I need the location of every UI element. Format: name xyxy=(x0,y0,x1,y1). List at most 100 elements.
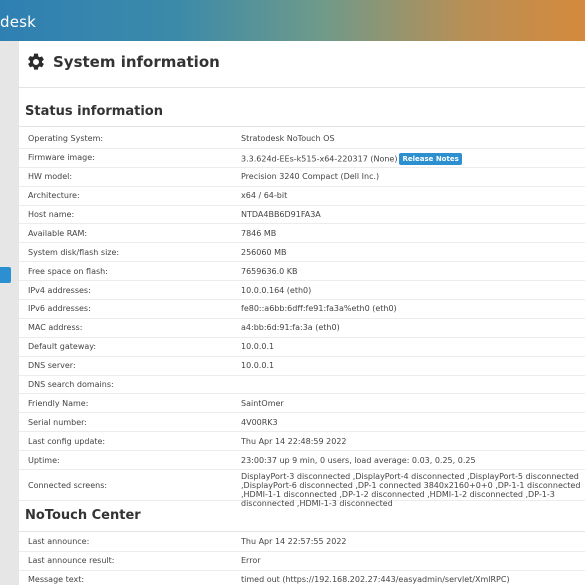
sidebar-active-indicator[interactable] xyxy=(0,267,11,283)
row-value: 10.0.0.1 xyxy=(241,361,274,370)
row-value-text: 4V00RK3 xyxy=(241,417,278,427)
table-row: Architecture: x64 / 64-bit xyxy=(19,187,585,206)
status-table: Operating System: Stratodesk NoTouch OS Fi… xyxy=(19,130,585,508)
row-label: System disk/flash size: xyxy=(28,247,120,257)
row-value: 10.0.0.1 xyxy=(241,342,274,351)
divider xyxy=(19,126,585,127)
row-value: SaintOmer xyxy=(241,399,284,408)
page-title: System information xyxy=(53,53,220,71)
table-row: Last announce result: Error xyxy=(19,552,585,571)
row-label: Firmware image: xyxy=(28,153,95,163)
table-row: Operating System: Stratodesk NoTouch OS xyxy=(19,130,585,149)
divider xyxy=(19,531,585,532)
table-row: Message text: timed out (https://192.168.… xyxy=(19,571,585,585)
row-label: Last announce result: xyxy=(28,556,115,566)
row-value-text: Precision 3240 Compact (Dell Inc.) xyxy=(241,172,380,182)
status-section-title: Status information xyxy=(25,104,163,119)
row-value-text: Thu Apr 14 22:57:55 2022 xyxy=(241,537,347,547)
row-label: IPv4 addresses: xyxy=(28,285,91,295)
table-row: Default gateway: 10.0.0.1 xyxy=(19,338,585,357)
row-value-text: fe80::a6bb:6dff:fe91:fa3a%eth0 (eth0) xyxy=(241,304,397,314)
table-row: HW model: Precision 3240 Compact (Dell In… xyxy=(19,168,585,187)
row-value-text: 7846 MB xyxy=(241,228,277,238)
row-value: DisplayPort-3 disconnected ,DisplayPort-… xyxy=(241,472,585,508)
table-row: IPv4 addresses: 10.0.0.164 (eth0) xyxy=(19,281,585,301)
table-row: Firmware image: 3.3.624d-EEs-k515-x64-220… xyxy=(19,149,585,168)
row-label: IPv6 addresses: xyxy=(28,304,91,314)
row-label: Operating System: xyxy=(28,134,104,144)
row-label: Connected screens: xyxy=(28,480,108,490)
table-row: IPv6 addresses: fe80::a6bb:6dff:fe91:fa3a… xyxy=(19,300,585,319)
row-value: NTDA4BB6D91FA3A xyxy=(241,210,321,219)
table-row: MAC address: a4:bb:6d:91:fa:3a (eth0) xyxy=(19,319,585,338)
row-value: 4V00RK3 xyxy=(241,418,278,427)
row-value-text: Stratodesk NoTouch OS xyxy=(241,134,335,144)
table-row: System disk/flash size: 256060 MB xyxy=(19,243,585,263)
row-value-text: x64 / 64-bit xyxy=(241,191,288,201)
row-label: Message text: xyxy=(28,575,85,585)
row-value: 23:00:37 up 9 min, 0 users, load average… xyxy=(241,456,476,465)
table-row: Host name: NTDA4BB6D91FA3A xyxy=(19,206,585,225)
row-label: Architecture: xyxy=(28,191,80,201)
row-value-text: NTDA4BB6D91FA3A xyxy=(241,210,321,219)
row-label: Last config update: xyxy=(28,436,106,446)
table-row: Last announce: Thu Apr 14 22:57:55 2022 xyxy=(19,533,585,552)
row-label: Available RAM: xyxy=(28,228,88,238)
row-value: fe80::a6bb:6dff:fe91:fa3a%eth0 (eth0) xyxy=(241,304,397,313)
row-label: DNS server: xyxy=(28,361,76,371)
table-row: DNS search domains: xyxy=(19,376,585,395)
notouch-section-title: NoTouch Center xyxy=(25,508,141,523)
sidebar xyxy=(0,41,19,585)
row-value: Thu Apr 14 22:57:55 2022 xyxy=(241,537,347,546)
top-header-bar: desk xyxy=(0,0,585,41)
row-value-text: 256060 MB xyxy=(241,247,287,257)
main-content: System information Status information Op… xyxy=(19,41,585,585)
table-row: Connected screens: DisplayPort-3 disconne… xyxy=(19,470,585,508)
row-value-text: 10.0.0.1 xyxy=(241,342,275,352)
row-label: Serial number: xyxy=(28,417,87,427)
row-value: Error xyxy=(241,556,261,565)
row-label: DNS search domains: xyxy=(28,380,114,390)
row-label: Default gateway: xyxy=(28,342,97,352)
row-label: HW model: xyxy=(28,172,73,182)
table-row: Last config update: Thu Apr 14 22:48:59 2… xyxy=(19,432,585,452)
table-row: Uptime: 23:00:37 up 9 min, 0 users, load … xyxy=(19,451,585,471)
notouch-table: Last announce: Thu Apr 14 22:57:55 2022 La… xyxy=(19,533,585,585)
table-row: Available RAM: 7846 MB xyxy=(19,224,585,244)
brand-name: desk xyxy=(0,13,37,31)
table-row: Friendly Name: SaintOmer xyxy=(19,394,585,414)
row-value: Stratodesk NoTouch OS xyxy=(241,134,335,143)
row-value-text: DisplayPort-3 disconnected ,DisplayPort-… xyxy=(241,472,581,509)
page-header: System information xyxy=(26,49,220,75)
row-label: Last announce: xyxy=(28,537,90,547)
row-value-text: 3.3.624d-EEs-k515-x64-220317 (None) xyxy=(241,154,398,164)
row-value: Thu Apr 14 22:48:59 2022 xyxy=(241,437,347,446)
row-value-text: Thu Apr 14 22:48:59 2022 xyxy=(241,436,347,446)
divider xyxy=(19,87,585,88)
table-row: DNS server: 10.0.0.1 xyxy=(19,357,585,376)
row-value-text: 10.0.0.164 (eth0) xyxy=(241,285,312,295)
row-value: 3.3.624d-EEs-k515-x64-220317 (None) Relea… xyxy=(241,153,462,166)
row-value-text: Error xyxy=(241,556,261,566)
row-value-text: timed out (https://192.168.202.27:443/ea… xyxy=(241,575,510,585)
row-value-text: 23:00:37 up 9 min, 0 users, load average… xyxy=(241,455,476,465)
table-row: Free space on flash: 7659636.0 KB xyxy=(19,262,585,282)
row-label: Friendly Name: xyxy=(28,398,89,408)
row-value-text: 10.0.0.1 xyxy=(241,361,275,371)
gear-icon xyxy=(28,53,44,70)
row-value: 256060 MB xyxy=(241,248,286,257)
row-value: 7846 MB xyxy=(241,229,276,238)
row-value-text: 7659636.0 KB xyxy=(241,266,298,276)
row-value: a4:bb:6d:91:fa:3a (eth0) xyxy=(241,323,340,332)
row-label: Free space on flash: xyxy=(28,266,108,276)
row-value-text: SaintOmer xyxy=(241,398,284,408)
row-label: Host name: xyxy=(28,210,75,219)
release-notes-button[interactable]: Release Notes xyxy=(399,153,462,166)
table-row: Serial number: 4V00RK3 xyxy=(19,413,585,433)
row-label: Uptime: xyxy=(28,455,60,465)
row-value: Precision 3240 Compact (Dell Inc.) xyxy=(241,172,379,181)
row-value: 10.0.0.164 (eth0) xyxy=(241,286,311,295)
row-label: MAC address: xyxy=(28,323,83,333)
row-value-text: a4:bb:6d:91:fa:3a (eth0) xyxy=(241,323,340,333)
row-value: 7659636.0 KB xyxy=(241,267,298,276)
